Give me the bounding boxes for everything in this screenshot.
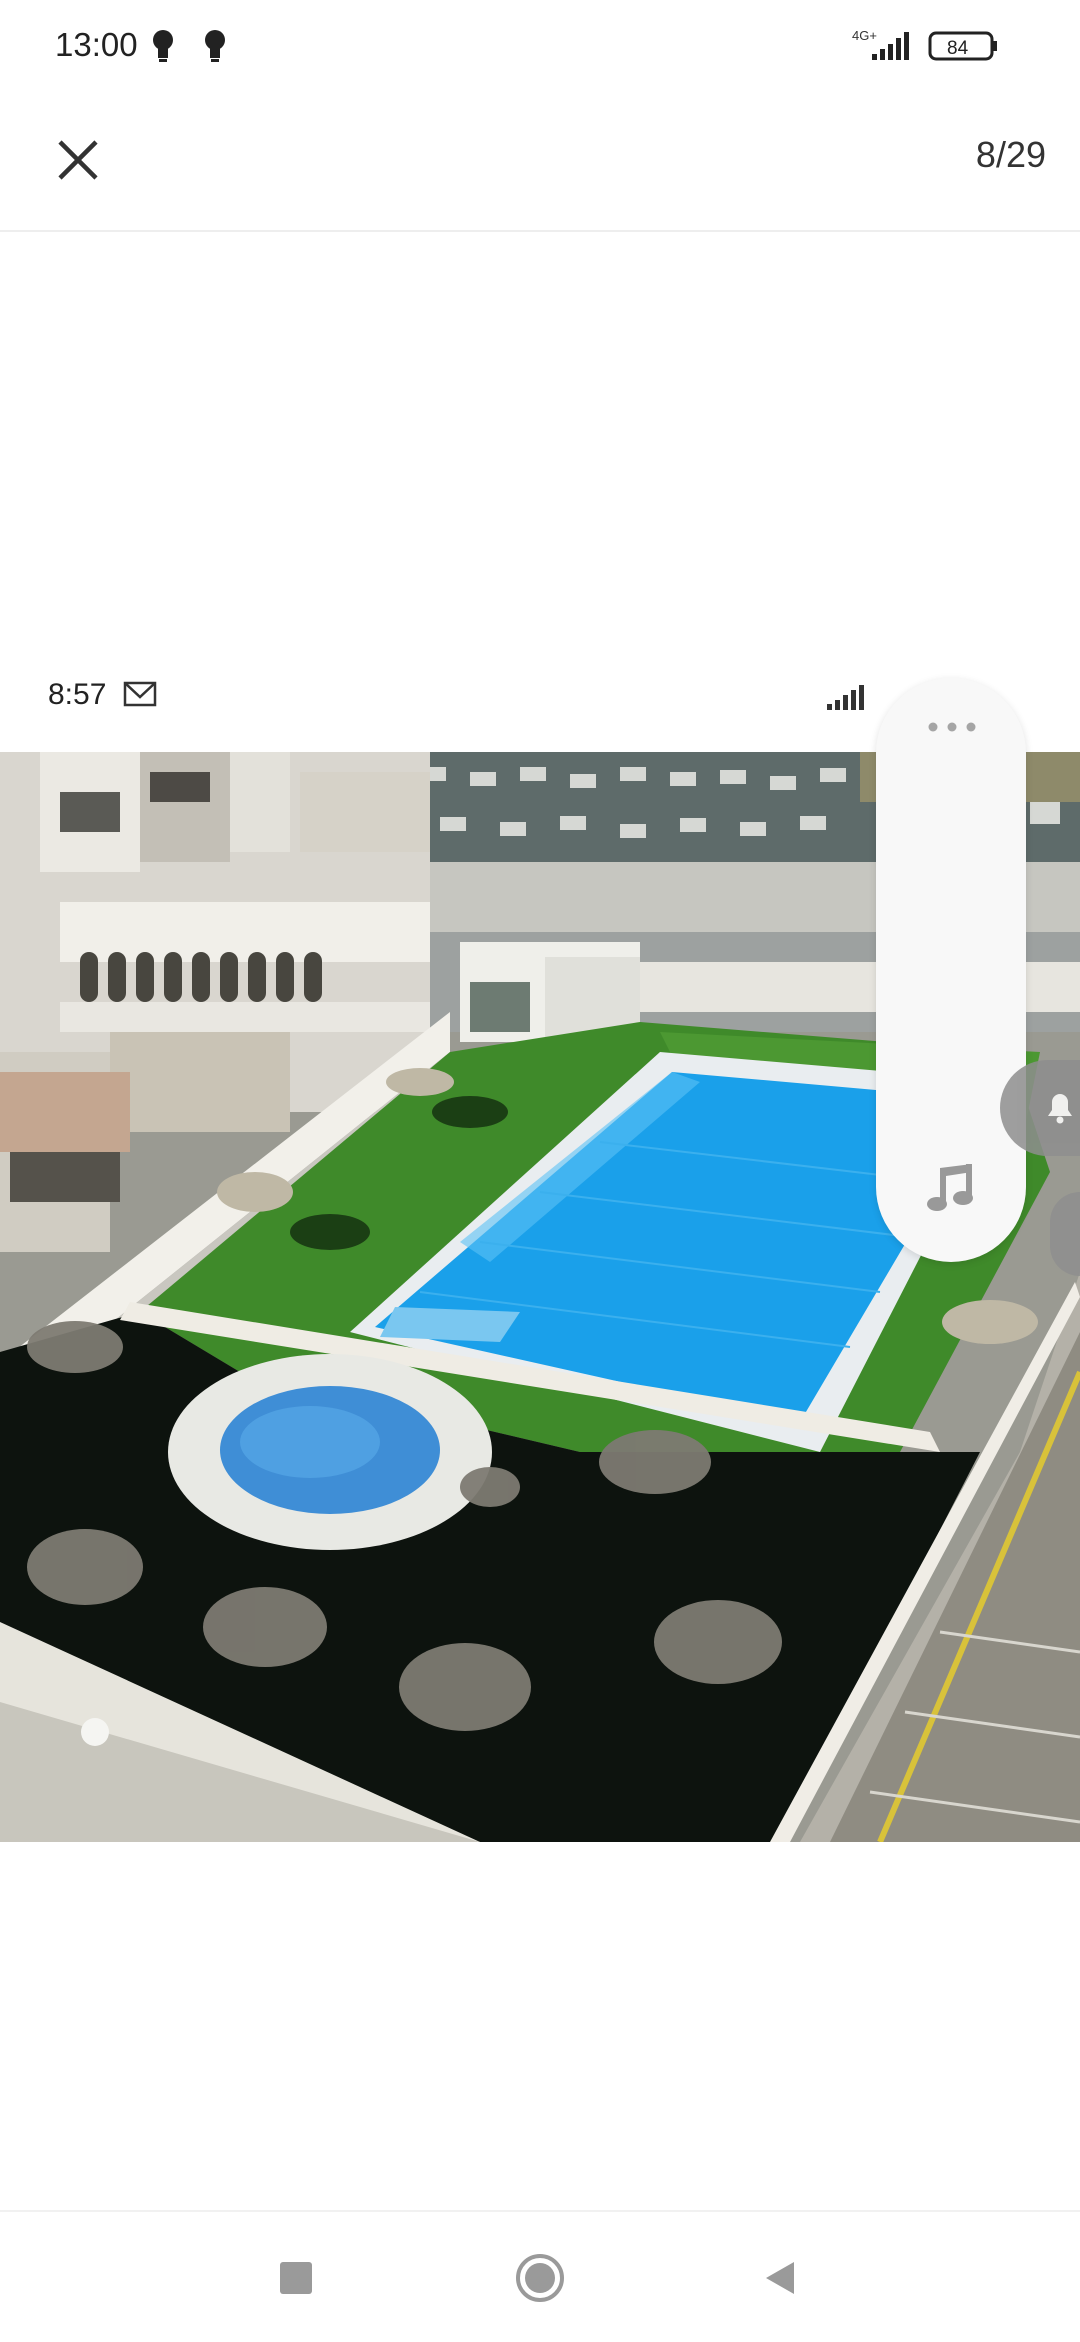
image-viewer[interactable]: 8:57 — [0, 232, 1080, 2212]
floating-panel[interactable] — [876, 678, 1026, 1262]
status-indicators: 4G+ 84 — [850, 24, 1020, 70]
signal-icon — [827, 685, 864, 710]
bell-icon — [1048, 1094, 1072, 1124]
bulb-icon — [205, 30, 225, 62]
status-time: 13:00 — [55, 26, 138, 63]
music-note-icon[interactable] — [924, 1160, 980, 1216]
home-icon[interactable] — [512, 2250, 568, 2306]
bulb-icon — [153, 30, 173, 62]
inner-status-time: 8:57 — [48, 678, 107, 711]
close-icon[interactable] — [48, 130, 108, 190]
top-bar: 8/29 — [0, 96, 1080, 234]
more-dots-icon[interactable] — [926, 720, 978, 734]
network-type: 4G+ — [852, 28, 877, 43]
battery-level: 84 — [947, 38, 969, 59]
recent-apps-icon[interactable] — [268, 2250, 324, 2306]
signal-icon: 4G+ 84 — [852, 28, 997, 61]
back-icon[interactable] — [752, 2250, 808, 2306]
navigation-bar — [0, 2210, 1080, 2342]
status-bar: 13:00 4G+ 84 — [0, 0, 1080, 96]
gmail-icon — [123, 681, 157, 707]
image-counter: 8/29 — [975, 134, 1046, 175]
